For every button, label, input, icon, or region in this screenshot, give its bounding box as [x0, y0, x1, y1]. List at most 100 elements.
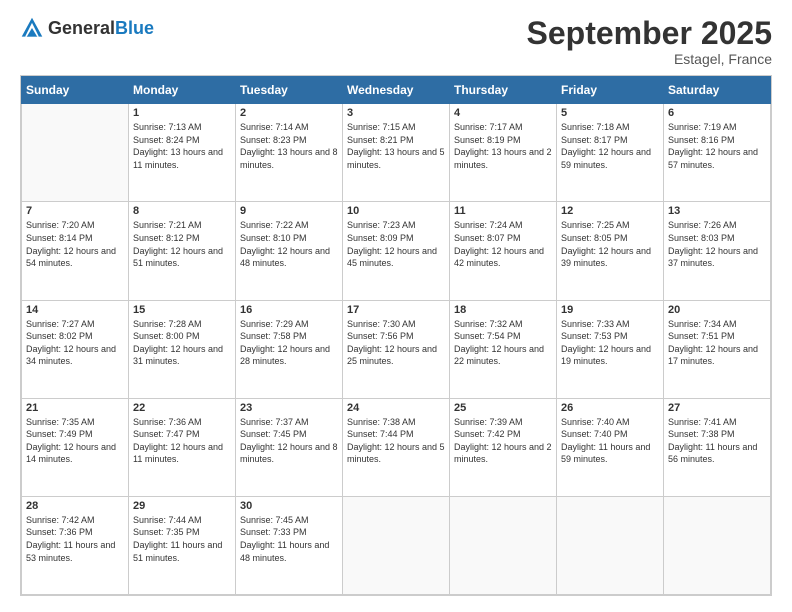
- day-info: Sunrise: 7:40 AMSunset: 7:40 PMDaylight:…: [561, 416, 659, 466]
- day-cell: 1Sunrise: 7:13 AMSunset: 8:24 PMDaylight…: [129, 104, 236, 202]
- day-info: Sunrise: 7:27 AMSunset: 8:02 PMDaylight:…: [26, 318, 124, 368]
- day-info: Sunrise: 7:24 AMSunset: 8:07 PMDaylight:…: [454, 219, 552, 269]
- day-info: Sunrise: 7:32 AMSunset: 7:54 PMDaylight:…: [454, 318, 552, 368]
- day-info: Sunrise: 7:22 AMSunset: 8:10 PMDaylight:…: [240, 219, 338, 269]
- day-cell: [664, 496, 771, 594]
- day-cell: 7 Sunrise: 7:20 AMSunset: 8:14 PMDaylight…: [22, 202, 129, 300]
- day-cell: 5Sunrise: 7:18 AMSunset: 8:17 PMDaylight…: [557, 104, 664, 202]
- day-cell: 20 Sunrise: 7:34 AMSunset: 7:51 PMDayligh…: [664, 300, 771, 398]
- day-info: Sunrise: 7:37 AMSunset: 7:45 PMDaylight:…: [240, 416, 338, 466]
- day-info: Sunrise: 7:26 AMSunset: 8:03 PMDaylight:…: [668, 219, 766, 269]
- day-cell: 9 Sunrise: 7:22 AMSunset: 8:10 PMDaylight…: [236, 202, 343, 300]
- day-cell: 28 Sunrise: 7:42 AMSunset: 7:36 PMDayligh…: [22, 496, 129, 594]
- day-info: Sunrise: 7:30 AMSunset: 7:56 PMDaylight:…: [347, 318, 445, 368]
- weekday-row: Sunday Monday Tuesday Wednesday Thursday…: [22, 77, 771, 104]
- day-number: 30: [240, 500, 338, 512]
- month-title: September 2025: [527, 16, 772, 51]
- day-cell: [450, 496, 557, 594]
- day-number: 6: [668, 107, 766, 119]
- day-number: 28: [26, 500, 124, 512]
- header: GeneralBlue September 2025 Estagel, Fran…: [20, 16, 772, 67]
- day-cell: [22, 104, 129, 202]
- day-info: Sunrise: 7:29 AMSunset: 7:58 PMDaylight:…: [240, 318, 338, 368]
- day-cell: 18 Sunrise: 7:32 AMSunset: 7:54 PMDayligh…: [450, 300, 557, 398]
- day-number: 7: [26, 205, 124, 217]
- day-info: Sunrise: 7:17 AMSunset: 8:19 PMDaylight:…: [454, 121, 552, 171]
- day-info: Sunrise: 7:34 AMSunset: 7:51 PMDaylight:…: [668, 318, 766, 368]
- day-number: 19: [561, 304, 659, 316]
- day-number: 27: [668, 402, 766, 414]
- col-tuesday: Tuesday: [236, 77, 343, 104]
- day-number: 20: [668, 304, 766, 316]
- day-info: Sunrise: 7:21 AMSunset: 8:12 PMDaylight:…: [133, 219, 231, 269]
- day-number: 10: [347, 205, 445, 217]
- day-cell: 11Sunrise: 7:24 AMSunset: 8:07 PMDayligh…: [450, 202, 557, 300]
- col-monday: Monday: [129, 77, 236, 104]
- day-number: 9: [240, 205, 338, 217]
- day-cell: [557, 496, 664, 594]
- day-info: Sunrise: 7:42 AMSunset: 7:36 PMDaylight:…: [26, 514, 124, 564]
- logo: GeneralBlue: [20, 16, 154, 40]
- day-cell: 22 Sunrise: 7:36 AMSunset: 7:47 PMDayligh…: [129, 398, 236, 496]
- col-sunday: Sunday: [22, 77, 129, 104]
- day-number: 4: [454, 107, 552, 119]
- calendar-table: Sunday Monday Tuesday Wednesday Thursday…: [21, 76, 771, 595]
- day-info: Sunrise: 7:38 AMSunset: 7:44 PMDaylight:…: [347, 416, 445, 466]
- day-cell: 24Sunrise: 7:38 AMSunset: 7:44 PMDayligh…: [343, 398, 450, 496]
- day-info: Sunrise: 7:36 AMSunset: 7:47 PMDaylight:…: [133, 416, 231, 466]
- day-number: 26: [561, 402, 659, 414]
- day-number: 17: [347, 304, 445, 316]
- calendar-header: Sunday Monday Tuesday Wednesday Thursday…: [22, 77, 771, 104]
- day-number: 15: [133, 304, 231, 316]
- day-number: 2: [240, 107, 338, 119]
- day-info: Sunrise: 7:19 AMSunset: 8:16 PMDaylight:…: [668, 121, 766, 171]
- day-number: 22: [133, 402, 231, 414]
- day-number: 12: [561, 205, 659, 217]
- day-cell: 12Sunrise: 7:25 AMSunset: 8:05 PMDayligh…: [557, 202, 664, 300]
- logo-icon: [20, 16, 44, 40]
- day-info: Sunrise: 7:45 AMSunset: 7:33 PMDaylight:…: [240, 514, 338, 564]
- week-row-3: 21Sunrise: 7:35 AMSunset: 7:49 PMDayligh…: [22, 398, 771, 496]
- day-number: 29: [133, 500, 231, 512]
- day-cell: 10Sunrise: 7:23 AMSunset: 8:09 PMDayligh…: [343, 202, 450, 300]
- day-cell: [343, 496, 450, 594]
- logo-blue: Blue: [115, 18, 154, 38]
- col-saturday: Saturday: [664, 77, 771, 104]
- day-cell: 14Sunrise: 7:27 AMSunset: 8:02 PMDayligh…: [22, 300, 129, 398]
- day-info: Sunrise: 7:44 AMSunset: 7:35 PMDaylight:…: [133, 514, 231, 564]
- day-cell: 13Sunrise: 7:26 AMSunset: 8:03 PMDayligh…: [664, 202, 771, 300]
- day-cell: 29 Sunrise: 7:44 AMSunset: 7:35 PMDayligh…: [129, 496, 236, 594]
- day-cell: 27Sunrise: 7:41 AMSunset: 7:38 PMDayligh…: [664, 398, 771, 496]
- day-cell: 26 Sunrise: 7:40 AMSunset: 7:40 PMDayligh…: [557, 398, 664, 496]
- day-info: Sunrise: 7:18 AMSunset: 8:17 PMDaylight:…: [561, 121, 659, 171]
- day-number: 8: [133, 205, 231, 217]
- day-cell: 15Sunrise: 7:28 AMSunset: 8:00 PMDayligh…: [129, 300, 236, 398]
- day-number: 1: [133, 107, 231, 119]
- day-cell: 4 Sunrise: 7:17 AMSunset: 8:19 PMDaylight…: [450, 104, 557, 202]
- day-number: 16: [240, 304, 338, 316]
- title-block: September 2025 Estagel, France: [527, 16, 772, 67]
- day-cell: 3Sunrise: 7:15 AMSunset: 8:21 PMDaylight…: [343, 104, 450, 202]
- day-info: Sunrise: 7:14 AMSunset: 8:23 PMDaylight:…: [240, 121, 338, 171]
- logo-general: General: [48, 18, 115, 38]
- day-info: Sunrise: 7:39 AMSunset: 7:42 PMDaylight:…: [454, 416, 552, 466]
- day-cell: 30 Sunrise: 7:45 AMSunset: 7:33 PMDayligh…: [236, 496, 343, 594]
- col-friday: Friday: [557, 77, 664, 104]
- day-cell: 17 Sunrise: 7:30 AMSunset: 7:56 PMDayligh…: [343, 300, 450, 398]
- day-number: 18: [454, 304, 552, 316]
- day-number: 3: [347, 107, 445, 119]
- day-cell: 25 Sunrise: 7:39 AMSunset: 7:42 PMDayligh…: [450, 398, 557, 496]
- day-number: 23: [240, 402, 338, 414]
- col-wednesday: Wednesday: [343, 77, 450, 104]
- calendar: Sunday Monday Tuesday Wednesday Thursday…: [20, 75, 772, 596]
- day-number: 25: [454, 402, 552, 414]
- day-info: Sunrise: 7:20 AMSunset: 8:14 PMDaylight:…: [26, 219, 124, 269]
- week-row-4: 28 Sunrise: 7:42 AMSunset: 7:36 PMDayligh…: [22, 496, 771, 594]
- day-number: 21: [26, 402, 124, 414]
- col-thursday: Thursday: [450, 77, 557, 104]
- location: Estagel, France: [527, 51, 772, 67]
- week-row-0: 1Sunrise: 7:13 AMSunset: 8:24 PMDaylight…: [22, 104, 771, 202]
- day-cell: 2 Sunrise: 7:14 AMSunset: 8:23 PMDaylight…: [236, 104, 343, 202]
- day-info: Sunrise: 7:33 AMSunset: 7:53 PMDaylight:…: [561, 318, 659, 368]
- calendar-body: 1Sunrise: 7:13 AMSunset: 8:24 PMDaylight…: [22, 104, 771, 595]
